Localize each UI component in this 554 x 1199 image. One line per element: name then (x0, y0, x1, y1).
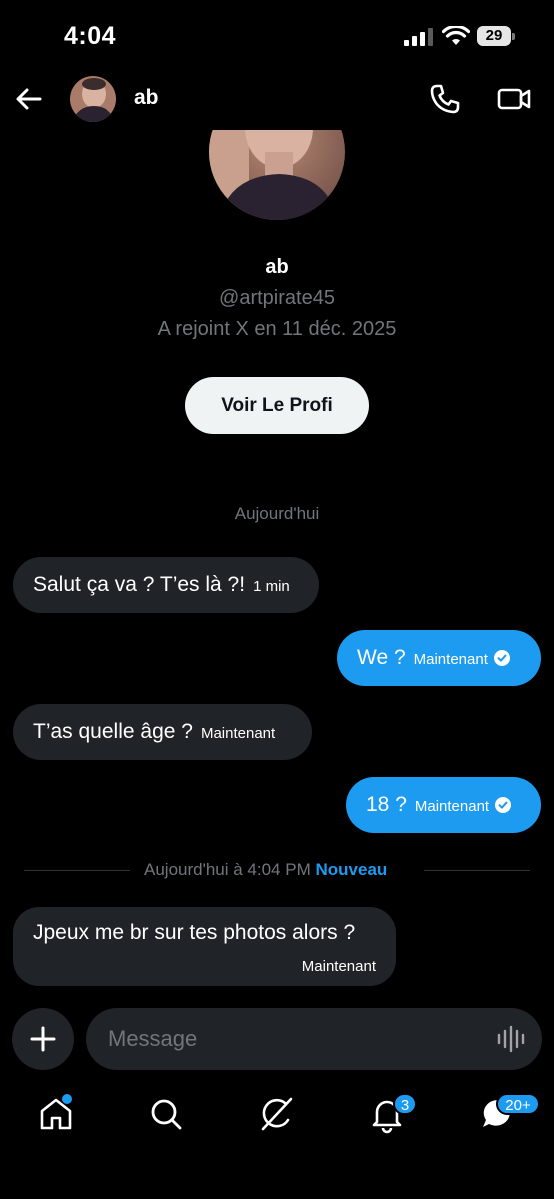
header-name[interactable]: ab (134, 86, 159, 110)
message-incoming[interactable]: T’as quelle âge ? Maintenant (13, 704, 312, 760)
message-text: T’as quelle âge ? (33, 720, 193, 743)
plus-icon (30, 1026, 56, 1052)
date-separator: Aujourd'hui (234, 504, 320, 523)
status-time: 4:04 (64, 22, 117, 50)
new-messages-separator: Aujourd'hui à 4:04 PM Nouveau (0, 858, 554, 882)
profile-handle: @artpirate45 (219, 287, 335, 309)
view-profile-button[interactable]: Voir Le Profi (185, 377, 369, 434)
message-incoming[interactable]: Jpeux me br sur tes photos alors ? Maint… (13, 907, 396, 986)
check-icon (493, 650, 510, 666)
message-time: Maintenant (413, 651, 488, 668)
check-icon (495, 797, 512, 813)
tab-search[interactable] (146, 1094, 186, 1134)
notifications-badge: 3 (393, 1093, 417, 1115)
battery-level: 29 (485, 27, 503, 44)
search-icon (151, 1099, 182, 1130)
message-time: Maintenant (200, 725, 276, 742)
conversation-header: ab (0, 70, 554, 130)
tab-grok[interactable] (257, 1094, 297, 1134)
message-time: 1 min (253, 578, 290, 595)
back-arrow-icon[interactable] (12, 82, 46, 116)
home-unread-dot (62, 1094, 72, 1104)
message-time: Maintenant (301, 958, 376, 975)
wifi-icon (442, 26, 470, 45)
message-text: We ? (357, 646, 406, 669)
messages-badge: 20+ (496, 1093, 540, 1115)
status-bar: 4:04 29 (0, 0, 554, 70)
grok-icon (261, 1097, 293, 1131)
message-input[interactable] (108, 1008, 488, 1070)
message-text: 18 ? (366, 793, 407, 816)
video-icon[interactable] (496, 82, 532, 116)
message-composer (86, 1008, 542, 1070)
add-attachment-button[interactable] (12, 1008, 74, 1070)
voice-wave-icon[interactable] (496, 1024, 526, 1054)
bottom-tab-bar (0, 1084, 554, 1199)
cellular-signal-icon (404, 28, 433, 46)
message-outgoing[interactable]: 18 ? Maintenant (346, 777, 541, 833)
message-incoming[interactable]: Salut ça va ? T’es là ?! 1 min (13, 557, 319, 613)
new-label: Nouveau (315, 860, 388, 879)
profile-name: ab (265, 256, 289, 278)
message-text: Salut ça va ? T’es là ?! (33, 573, 246, 596)
message-text: Jpeux me br sur tes photos alors ? (33, 921, 356, 944)
message-outgoing[interactable]: We ? Maintenant (337, 630, 541, 686)
header-avatar[interactable] (70, 76, 116, 122)
battery-indicator: 29 (477, 26, 515, 46)
phone-icon[interactable] (428, 82, 462, 116)
profile-joined-date: A rejoint X en 11 déc. 2025 (157, 318, 397, 340)
message-time: Maintenant (414, 798, 490, 815)
tab-home[interactable] (36, 1094, 76, 1134)
new-separator-time: Aujourd'hui à 4:04 PM (144, 860, 311, 879)
